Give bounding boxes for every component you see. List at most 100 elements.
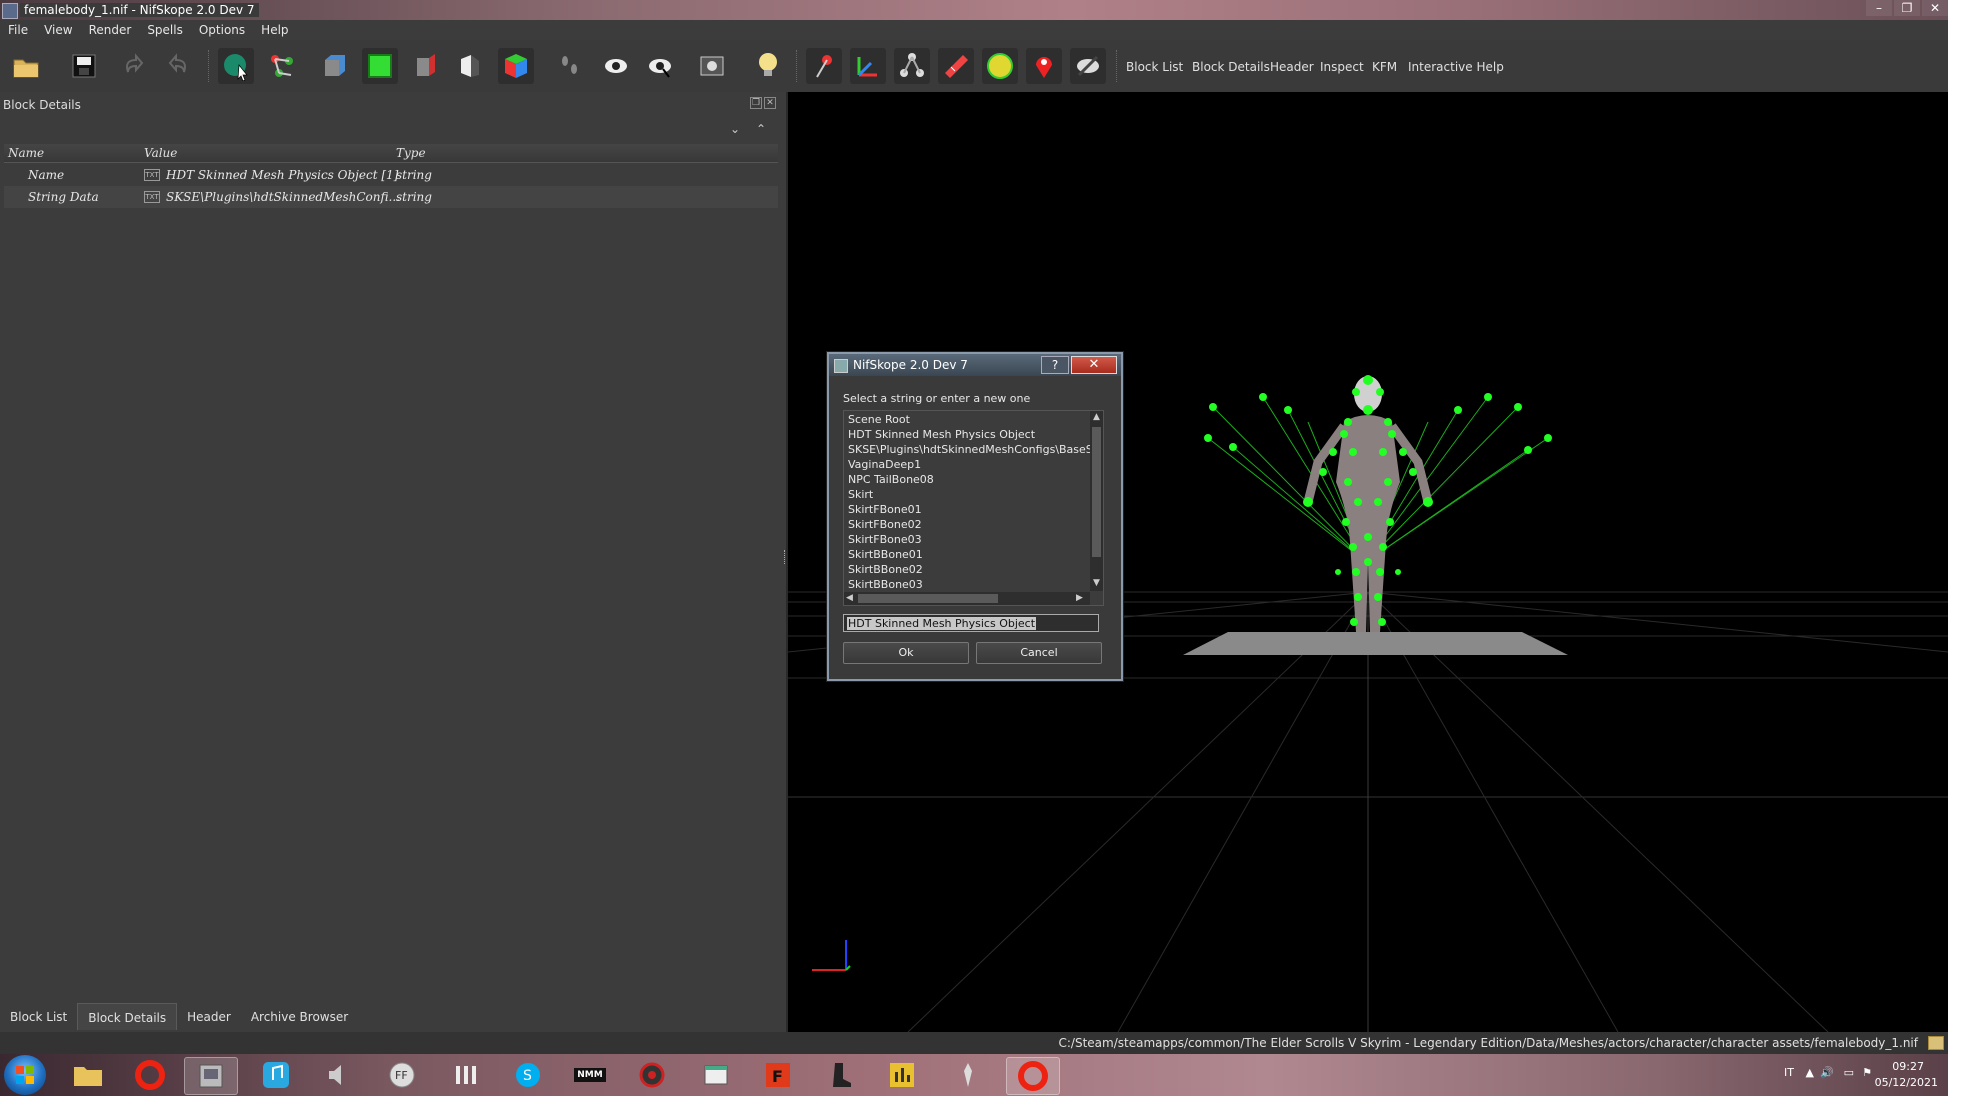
view-user-button[interactable] (452, 48, 488, 84)
list-item[interactable]: SKSE\Plugins\hdtSkinnedMeshConfigs\BaseS (848, 443, 1093, 456)
toggle-hidden-button[interactable] (1070, 48, 1106, 84)
row-value[interactable]: SKSE\Plugins\hdtSkinnedMeshConfi... (166, 190, 400, 204)
language-indicator[interactable]: IT (1784, 1066, 1794, 1079)
string-list[interactable]: Scene Root HDT Skinned Mesh Physics Obje… (843, 410, 1104, 606)
view-top-button[interactable] (362, 48, 398, 84)
taskbar-app-chart[interactable] (876, 1057, 928, 1093)
taskbar-app-bars[interactable] (440, 1057, 492, 1093)
menu-options[interactable]: Options (191, 20, 253, 40)
toggle-havok-button[interactable] (938, 48, 974, 84)
taskbar-audio[interactable] (312, 1057, 364, 1093)
toolbar-block-details[interactable]: Block Details (1192, 60, 1270, 74)
list-item[interactable]: SkirtFBone01 (848, 503, 922, 516)
list-item[interactable]: SkirtFBone02 (848, 518, 922, 531)
string-input[interactable]: HDT Skinned Mesh Physics Object (843, 614, 1099, 632)
close-panel-icon[interactable]: ✕ (764, 97, 776, 109)
taskbar-ffdec[interactable]: FF (376, 1057, 428, 1093)
flag-icon[interactable]: ⚑ (1862, 1066, 1872, 1079)
taskbar-app-window[interactable] (690, 1057, 742, 1093)
taskbar-music[interactable] (250, 1057, 302, 1093)
open-file-button[interactable] (8, 48, 44, 84)
start-button[interactable] (4, 1055, 46, 1095)
tab-header[interactable]: Header (177, 1003, 241, 1029)
toolbar-header[interactable]: Header (1270, 60, 1314, 74)
toggle-nodes-button[interactable] (850, 48, 886, 84)
menu-help[interactable]: Help (253, 20, 296, 40)
dialog-help-button[interactable]: ? (1041, 356, 1069, 374)
clock-date[interactable]: 05/12/2021 (1875, 1076, 1938, 1089)
collapse-down-icon[interactable]: ⌄ (730, 122, 740, 136)
tray-expand-icon[interactable]: ▲ (1806, 1066, 1814, 1079)
taskbar-nmm[interactable]: NMM (564, 1057, 616, 1093)
lighting-button[interactable] (750, 48, 786, 84)
toolbar-inspect[interactable]: Inspect (1320, 60, 1364, 74)
scroll-left-icon[interactable]: ◀ (846, 593, 853, 603)
maximize-button[interactable]: ❐ (1894, 0, 1920, 16)
select-tool-button[interactable] (218, 48, 254, 84)
toggle-skeleton-button[interactable] (894, 48, 930, 84)
view-side-button[interactable] (408, 48, 444, 84)
column-name[interactable]: Name (8, 146, 44, 160)
walk-mode-button[interactable] (552, 48, 588, 84)
taskbar-explorer[interactable] (62, 1057, 114, 1093)
ok-button[interactable]: Ok (843, 642, 969, 664)
perspective-button[interactable] (498, 48, 534, 84)
list-item[interactable]: SkirtFBone03 (848, 533, 922, 546)
list-item[interactable]: VaginaDeep1 (848, 458, 921, 471)
scrollbar-thumb[interactable] (1092, 427, 1101, 557)
toolbar-block-list[interactable]: Block List (1126, 60, 1183, 74)
menu-render[interactable]: Render (81, 20, 140, 40)
volume-icon[interactable]: 🔊 (1820, 1066, 1834, 1079)
show-hidden-button[interactable] (598, 48, 634, 84)
list-item[interactable]: SkirtBBone03 (848, 578, 923, 591)
scroll-up-icon[interactable]: ▲ (1093, 412, 1100, 422)
tab-archive-browser[interactable]: Archive Browser (241, 1003, 358, 1029)
dialog-close-button[interactable]: ✕ (1071, 356, 1117, 374)
scroll-down-icon[interactable]: ▼ (1093, 578, 1100, 588)
select-hidden-button[interactable] (642, 48, 678, 84)
scrollbar-thumb[interactable] (858, 594, 998, 603)
clock-time[interactable]: 09:27 (1892, 1060, 1924, 1073)
column-type[interactable]: Type (396, 146, 426, 160)
scroll-right-icon[interactable]: ▶ (1076, 593, 1083, 603)
horizontal-scrollbar[interactable]: ◀ ▶ (844, 592, 1090, 605)
list-item[interactable]: SkirtBBone01 (848, 548, 923, 561)
tab-block-list[interactable]: Block List (0, 1003, 77, 1029)
collapse-up-icon[interactable]: ⌃ (756, 122, 766, 136)
menu-file[interactable]: File (0, 20, 36, 40)
undo-button[interactable] (116, 48, 152, 84)
taskbar-app-boot[interactable] (814, 1057, 866, 1093)
menu-spells[interactable]: Spells (139, 20, 191, 40)
toggle-constraints-button[interactable] (982, 48, 1018, 84)
taskbar-opera-2[interactable] (1006, 1057, 1060, 1095)
float-panel-icon[interactable]: ❐ (750, 97, 762, 109)
network-icon[interactable]: ▭ (1844, 1066, 1854, 1079)
column-value[interactable]: Value (144, 146, 177, 160)
taskbar-app-gear[interactable] (626, 1057, 678, 1093)
toolbar-kfm[interactable]: KFM (1372, 60, 1397, 74)
input-selected-text[interactable]: HDT Skinned Mesh Physics Object (847, 617, 1037, 630)
taskbar-foxit[interactable]: F (752, 1057, 804, 1093)
cancel-button[interactable]: Cancel (976, 642, 1102, 664)
list-item[interactable]: Skirt (848, 488, 873, 501)
list-item[interactable]: Scene Root (848, 413, 910, 426)
toolbar-interactive-help[interactable]: Interactive Help (1408, 60, 1504, 74)
view-front-button[interactable] (316, 48, 352, 84)
table-row[interactable]: String Data TXT SKSE\Plugins\hdtSkinnedM… (4, 186, 778, 208)
list-item[interactable]: HDT Skinned Mesh Physics Object (848, 428, 1035, 441)
tab-block-details[interactable]: Block Details (77, 1003, 178, 1030)
list-item[interactable]: SkirtBBone02 (848, 563, 923, 576)
taskbar-nifskope[interactable] (184, 1057, 238, 1095)
vertical-scrollbar[interactable]: ▲ ▼ (1090, 411, 1103, 591)
screenshot-button[interactable] (694, 48, 730, 84)
minimize-button[interactable]: – (1866, 0, 1892, 16)
taskbar-skype[interactable]: S (502, 1057, 554, 1093)
list-item[interactable]: NPC TailBone08 (848, 473, 934, 486)
toggle-axes-button[interactable] (806, 48, 842, 84)
taskbar-opera[interactable] (124, 1057, 176, 1093)
save-file-button[interactable] (66, 48, 102, 84)
redo-button[interactable] (160, 48, 196, 84)
menu-view[interactable]: View (36, 20, 80, 40)
table-row[interactable]: Name TXT HDT Skinned Mesh Physics Object… (4, 164, 778, 186)
taskbar-skyrim[interactable] (942, 1057, 994, 1093)
